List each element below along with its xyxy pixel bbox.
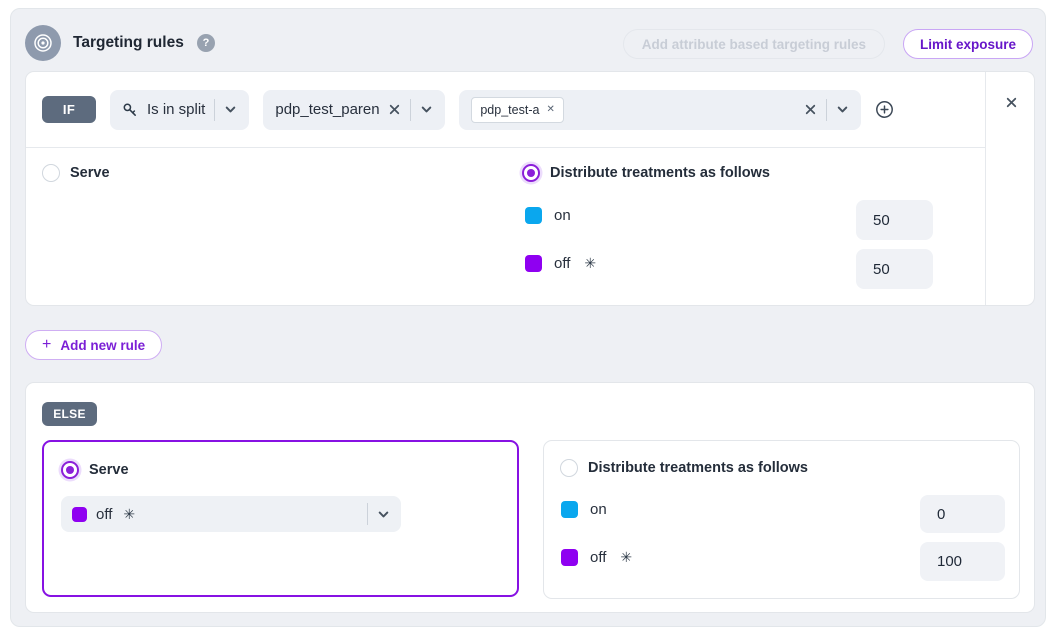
default-treatment-icon: ✳ (620, 549, 632, 566)
distribute-option-label: Distribute treatments as follows (550, 165, 770, 181)
serve-option[interactable]: Serve (61, 461, 129, 479)
distribute-option-label: Distribute treatments as follows (588, 460, 808, 476)
divider (214, 99, 215, 121)
plus-icon: + (42, 336, 51, 354)
serve-panel-selected[interactable]: Serve off ✳ (42, 440, 519, 597)
treatments-multiselect[interactable]: pdp_test-a ✕ (459, 90, 861, 130)
chevron-down-icon[interactable] (836, 103, 849, 116)
divider (410, 99, 411, 121)
distribute-panel[interactable]: Distribute treatments as follows on off … (543, 440, 1020, 599)
limit-exposure-button[interactable]: Limit exposure (903, 29, 1033, 59)
default-rule-card: ELSE Serve off ✳ Distribute treatments a… (25, 382, 1035, 613)
matcher-select-label: Is in split (147, 101, 205, 118)
distribute-option[interactable]: Distribute treatments as follows (522, 164, 770, 182)
treatment-tag-label: pdp_test-a (480, 103, 539, 117)
serve-treatment-value: off (96, 506, 112, 523)
radio-unselected[interactable] (42, 164, 60, 182)
treatment-row-on: on (525, 207, 571, 224)
default-treatment-icon: ✳ (584, 255, 596, 272)
help-icon[interactable]: ? (197, 34, 215, 52)
add-new-rule-button[interactable]: + Add new rule (25, 330, 162, 360)
radio-unselected[interactable] (560, 459, 578, 477)
treatment-row-off: off ✳ (561, 549, 632, 566)
radio-selected[interactable] (61, 461, 79, 479)
divider (367, 503, 368, 525)
rule-side-column (985, 72, 1034, 305)
clear-icon[interactable] (388, 103, 401, 116)
targeting-rules-panel: Targeting rules ? Add attribute based ta… (10, 8, 1046, 627)
add-condition-icon[interactable] (875, 100, 894, 119)
chevron-down-icon[interactable] (420, 103, 433, 116)
split-select[interactable]: pdp_test_paren (263, 90, 445, 130)
treatment-color-swatch (525, 207, 542, 224)
serve-treatment-select[interactable]: off ✳ (61, 496, 401, 532)
chevron-down-icon[interactable] (224, 103, 237, 116)
treatment-name: off (554, 255, 570, 272)
treatment-color-swatch (561, 549, 578, 566)
attribute-key-icon (122, 102, 138, 118)
add-new-rule-label: Add new rule (60, 338, 145, 353)
split-select-value: pdp_test_paren (275, 101, 379, 118)
page-title: Targeting rules (73, 34, 184, 52)
treatment-row-on: on (561, 501, 607, 518)
treatment-name: on (590, 501, 607, 518)
default-treatment-icon: ✳ (123, 506, 135, 523)
percent-input-on[interactable] (920, 495, 1005, 533)
matcher-select[interactable]: Is in split (110, 90, 249, 130)
rule-condition-row: IF Is in split pdp_test_paren (26, 72, 985, 148)
serve-option[interactable]: Serve (42, 164, 110, 182)
distribute-option[interactable]: Distribute treatments as follows (560, 459, 808, 477)
divider (826, 99, 827, 121)
serve-option-label: Serve (89, 462, 129, 478)
remove-tag-icon[interactable]: ✕ (546, 104, 554, 115)
add-attribute-rules-button: Add attribute based targeting rules (623, 29, 885, 59)
treatment-color-swatch (561, 501, 578, 518)
chevron-down-icon[interactable] (377, 508, 390, 521)
delete-rule-icon[interactable] (1003, 94, 1019, 110)
clear-icon[interactable] (804, 103, 817, 116)
else-badge: ELSE (42, 402, 97, 426)
if-badge: IF (42, 96, 96, 123)
treatment-tag: pdp_test-a ✕ (471, 97, 563, 123)
radio-selected[interactable] (522, 164, 540, 182)
rule-card: IF Is in split pdp_test_paren (25, 71, 1035, 306)
percent-input-off[interactable] (920, 542, 1005, 581)
treatment-color-swatch (72, 507, 87, 522)
serve-option-label: Serve (70, 165, 110, 181)
treatment-name: off (590, 549, 606, 566)
treatment-row-off: off ✳ (525, 255, 596, 272)
treatment-name: on (554, 207, 571, 224)
target-icon (25, 25, 61, 61)
percent-input-off[interactable] (856, 249, 933, 289)
percent-input-on[interactable] (856, 200, 933, 240)
treatment-color-swatch (525, 255, 542, 272)
